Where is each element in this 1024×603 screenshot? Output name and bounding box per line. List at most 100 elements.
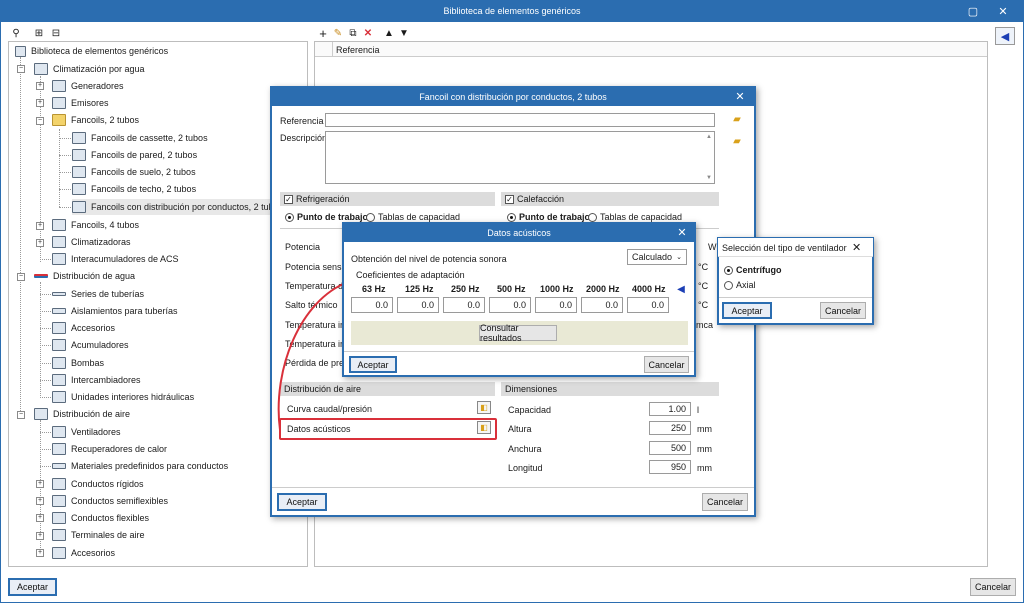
tree-item-materiales[interactable]: Materiales predefinidos para conductos (52, 458, 228, 474)
expand-icon[interactable]: + (36, 82, 44, 90)
tree-item-terminales[interactable]: Terminales de aire (52, 527, 145, 543)
tree-item-conductos-selected[interactable]: Fancoils con distribución por conductos,… (72, 199, 288, 215)
save-folder-icon[interactable]: ▰ (731, 135, 743, 147)
tree-item-suelo[interactable]: Fancoils de suelo, 2 tubos (72, 164, 196, 180)
expand-icon[interactable]: + (36, 532, 44, 540)
coef-63-input[interactable]: 0.0 (351, 297, 393, 313)
collapse-icon[interactable]: − (17, 273, 25, 281)
axial-radio[interactable]: Axial (724, 280, 756, 291)
scroll-down-icon[interactable]: ▼ (706, 175, 712, 181)
tree-item-ventiladores[interactable]: Ventiladores (52, 424, 121, 440)
search-icon[interactable]: ⚲ (10, 27, 22, 39)
tree-item-cassette[interactable]: Fancoils de cassette, 2 tubos (72, 130, 208, 146)
acoustic-close-button[interactable]: ✕ (669, 223, 695, 242)
copy-icon[interactable]: ⧉ (347, 27, 359, 39)
expand-icon[interactable]: + (36, 497, 44, 505)
refrig-tablas-radio[interactable]: Tablas de capacidad (366, 212, 460, 223)
altura-input[interactable]: 250 (649, 421, 691, 435)
longitud-input[interactable]: 950 (649, 460, 691, 474)
tree-item-recuperadores[interactable]: Recuperadores de calor (52, 441, 167, 457)
coef-1000-input[interactable]: 0.0 (535, 297, 577, 313)
tree-item-interacumuladores[interactable]: Interacumuladores de ACS (52, 251, 179, 267)
tree-item-aislamientos[interactable]: Aislamientos para tuberías (52, 303, 178, 319)
tree-item-generadores[interactable]: Generadores (52, 78, 124, 94)
obtencion-select[interactable]: Calculado ⌄ (627, 249, 687, 265)
collapse-tree-icon[interactable]: ⊟ (50, 27, 62, 39)
tree-item-fancoils-4[interactable]: Fancoils, 4 tubos (52, 217, 139, 233)
main-cancel-button[interactable]: Cancelar (970, 578, 1016, 596)
fan-type-cancel-button[interactable]: Cancelar (820, 302, 866, 319)
expand-tree-icon[interactable]: ⊞ (33, 27, 45, 39)
tree-item-series-tuberias[interactable]: Series de tuberías (52, 286, 144, 302)
tree-item-intercambiadores[interactable]: Intercambiadores (52, 372, 141, 388)
edit-icon[interactable]: ✎ (332, 27, 344, 39)
coef-125-input[interactable]: 0.0 (397, 297, 439, 313)
tree-item-techo[interactable]: Fancoils de techo, 2 tubos (72, 181, 196, 197)
import-button[interactable]: ◀ (995, 27, 1015, 45)
tree-item-climatizacion[interactable]: Climatización por agua (34, 61, 145, 77)
tree-item-fancoils-2[interactable]: Fancoils, 2 tubos (52, 112, 139, 128)
coef-2000-input[interactable]: 0.0 (581, 297, 623, 313)
tree-item-conductos-rigidos[interactable]: Conductos rígidos (52, 476, 144, 492)
open-folder-icon[interactable]: ▰ (731, 113, 743, 125)
maximize-button[interactable]: ▢ (960, 0, 986, 22)
expand-icon[interactable]: + (36, 222, 44, 230)
calefaccion-section: ✓ Calefacción (501, 192, 719, 206)
tree-item-emisores[interactable]: Emisores (52, 95, 109, 111)
tree-root[interactable]: Biblioteca de elementos genéricos (15, 43, 168, 59)
calefaccion-checkbox[interactable]: ✓ (505, 194, 514, 204)
tree-item-pared[interactable]: Fancoils de pared, 2 tubos (72, 147, 197, 163)
referencia-input[interactable] (325, 113, 715, 127)
expand-icon[interactable]: + (36, 99, 44, 107)
tree-item-accesorios-agua[interactable]: Accesorios (52, 320, 115, 336)
acoustic-accept-button[interactable]: Aceptar (349, 356, 397, 373)
refrig-punto-trabajo-radio[interactable]: Punto de trabajo (285, 212, 368, 223)
tree-item-conductos-flexibles[interactable]: Conductos flexibles (52, 510, 149, 526)
tree-item-climatizadoras[interactable]: Climatizadoras (52, 234, 131, 250)
fan-type-accept-button[interactable]: Aceptar (722, 302, 772, 319)
fancoil-accept-button[interactable]: Aceptar (277, 493, 327, 511)
column-header-referencia[interactable]: Referencia (336, 45, 380, 55)
expand-icon[interactable]: + (36, 480, 44, 488)
calef-tablas-radio[interactable]: Tablas de capacidad (588, 212, 682, 223)
fancoil-cancel-button[interactable]: Cancelar (702, 493, 748, 511)
expand-icon[interactable]: + (36, 514, 44, 522)
collapse-icon[interactable]: − (17, 411, 25, 419)
scroll-up-icon[interactable]: ▲ (706, 134, 712, 140)
refrigeracion-checkbox[interactable]: ✓ (284, 194, 293, 204)
pump-icon (52, 357, 66, 369)
tree-item-distribucion-aire[interactable]: Distribución de aire (34, 406, 130, 422)
coef-import-button[interactable]: ◀ (674, 283, 688, 296)
move-down-icon[interactable]: ▼ (398, 27, 410, 39)
coef-4000-input[interactable]: 0.0 (627, 297, 669, 313)
fancoil-close-button[interactable]: ✕ (727, 87, 753, 106)
delete-icon[interactable]: ✕ (362, 27, 374, 39)
tree-item-bombas[interactable]: Bombas (52, 355, 104, 371)
consultar-resultados-button[interactable]: Consultar resultados (479, 323, 557, 343)
collapse-icon[interactable]: − (36, 117, 44, 125)
coef-250-input[interactable]: 0.0 (443, 297, 485, 313)
coef-500-input[interactable]: 0.0 (489, 297, 531, 313)
expand-icon[interactable]: + (36, 549, 44, 557)
curva-caudal-button[interactable]: ◧ (477, 401, 491, 414)
collapse-icon[interactable]: − (17, 65, 25, 73)
move-up-icon[interactable]: ▲ (383, 27, 395, 39)
anchura-input[interactable]: 500 (649, 441, 691, 455)
tree-item-acumuladores[interactable]: Acumuladores (52, 337, 129, 353)
close-button[interactable]: ✕ (990, 0, 1016, 22)
tree-item-unidades-interiores[interactable]: Unidades interiores hidráulicas (52, 389, 194, 405)
expand-icon[interactable]: + (36, 239, 44, 247)
fan-type-close-button[interactable]: ✕ (852, 241, 861, 254)
acoustic-cancel-button[interactable]: Cancelar (644, 356, 689, 373)
centrifugo-radio[interactable]: Centrífugo (724, 265, 782, 276)
add-icon[interactable]: + (317, 26, 329, 41)
calef-punto-trabajo-radio[interactable]: Punto de trabajo (507, 212, 590, 223)
tree-item-conductos-semiflexibles[interactable]: Conductos semiflexibles (52, 493, 168, 509)
tree-item-label: Fancoils, 2 tubos (71, 115, 140, 125)
descripcion-textarea[interactable]: ▲ ▼ (325, 131, 715, 184)
tree-item-accesorios-aire[interactable]: Accesorios (52, 545, 115, 561)
capacidad-input[interactable]: 1.00 (649, 402, 691, 416)
main-accept-button[interactable]: Aceptar (8, 578, 57, 596)
tree-item-distribucion-agua[interactable]: Distribución de agua (34, 268, 135, 284)
datos-acusticos-button[interactable]: ◧ (477, 421, 491, 434)
